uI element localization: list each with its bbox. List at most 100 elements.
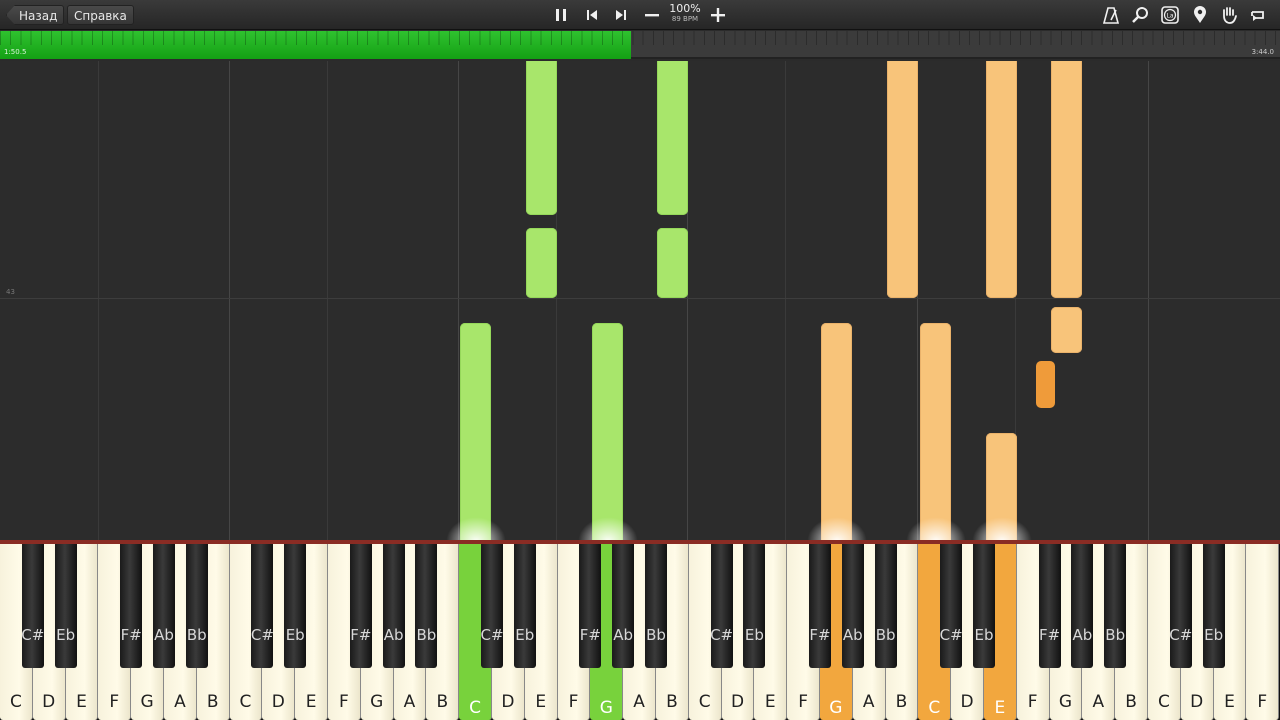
key-label: Eb xyxy=(56,626,76,644)
key-label: F xyxy=(798,692,808,712)
key-label: G xyxy=(829,698,843,718)
note-bar xyxy=(526,228,557,298)
note-bar xyxy=(1051,61,1082,298)
black-key[interactable]: Bb xyxy=(645,544,667,668)
black-key[interactable]: C# xyxy=(251,544,274,668)
note-bar xyxy=(1036,361,1055,408)
measure-number: 43 xyxy=(6,288,15,296)
grid-line xyxy=(1148,61,1149,540)
key-label: E xyxy=(764,692,776,712)
note-bar xyxy=(821,323,852,540)
toolbar: Назад Справка 100% 89 BPM La xyxy=(0,0,1280,30)
black-key[interactable]: C# xyxy=(1169,544,1192,668)
black-key[interactable]: C# xyxy=(940,544,963,668)
black-key[interactable]: Bb xyxy=(415,544,438,668)
key-label: Eb xyxy=(974,626,994,644)
black-key[interactable]: Ab xyxy=(382,544,405,668)
key-label: Bb xyxy=(186,626,207,644)
black-key[interactable]: Eb xyxy=(973,544,995,668)
key-label: G xyxy=(1058,692,1073,712)
key-label: A xyxy=(174,692,186,712)
previous-icon[interactable] xyxy=(582,5,602,25)
key-label: D xyxy=(960,692,974,712)
black-key[interactable]: C# xyxy=(21,544,44,668)
grid-line xyxy=(98,61,99,540)
note-bar xyxy=(657,228,688,298)
key-label: E xyxy=(76,692,87,712)
total-time: 3:44.0 xyxy=(1251,48,1274,56)
black-key[interactable]: Bb xyxy=(1104,544,1127,668)
key-label: E xyxy=(305,692,317,712)
back-button[interactable]: Назад xyxy=(6,5,65,25)
progress-ticks xyxy=(0,31,1280,45)
measure-line xyxy=(0,298,1280,299)
key-label: F xyxy=(339,692,349,712)
key-glow xyxy=(446,517,506,540)
black-key[interactable]: C# xyxy=(710,544,733,668)
key-label: B xyxy=(1125,692,1137,712)
key-label: F xyxy=(1027,692,1038,712)
black-key[interactable]: C# xyxy=(480,544,504,668)
key-label: Eb xyxy=(285,626,305,644)
grid-line xyxy=(785,61,786,540)
key-label: C xyxy=(1157,692,1170,712)
next-icon[interactable] xyxy=(611,5,631,25)
key-label: G xyxy=(140,692,154,712)
white-key[interactable]: F xyxy=(1246,544,1280,720)
black-key[interactable]: Eb xyxy=(284,544,307,668)
piano-keyboard[interactable]: CDEFGABCDEFGABCDEFGABCDEFGABCDEFGABCDEFC… xyxy=(0,540,1280,720)
bpm-label: 89 BPM xyxy=(671,15,699,23)
black-key[interactable]: Ab xyxy=(153,544,175,668)
speed-display: 100% 89 BPM xyxy=(666,3,704,24)
key-label: B xyxy=(206,692,219,712)
key-label: D xyxy=(42,692,56,712)
progress-bar[interactable]: 1:50.5 3:44.0 xyxy=(0,31,1280,59)
key-glow xyxy=(807,517,867,540)
note-bar xyxy=(920,323,951,540)
current-time: 1:50.5 xyxy=(4,48,27,56)
key-label: Bb xyxy=(875,626,896,644)
note-bar xyxy=(592,323,623,540)
key-label: C xyxy=(239,692,252,712)
key-label: G xyxy=(370,692,384,712)
key-label: B xyxy=(436,692,449,712)
key-label: E xyxy=(994,698,1006,718)
plus-icon[interactable] xyxy=(708,5,728,25)
key-label: F xyxy=(1257,692,1268,712)
key-label: D xyxy=(501,692,515,712)
black-key[interactable]: F# xyxy=(349,544,372,668)
hand-icon[interactable] xyxy=(1219,5,1239,25)
note-bar xyxy=(887,61,918,298)
loop-icon[interactable] xyxy=(1248,5,1268,25)
key-label: E xyxy=(1224,692,1235,712)
black-key[interactable]: Ab xyxy=(612,544,635,668)
metronome-icon[interactable] xyxy=(1101,5,1121,25)
key-label: Eb xyxy=(515,626,535,644)
black-key[interactable]: Ab xyxy=(1071,544,1094,668)
black-key[interactable]: Eb xyxy=(54,544,77,668)
key-label: B xyxy=(666,692,678,712)
help-button[interactable]: Справка xyxy=(67,5,134,25)
black-key[interactable]: F# xyxy=(120,544,143,668)
key-search-icon[interactable] xyxy=(1130,5,1150,25)
marker-icon[interactable] xyxy=(1190,5,1210,25)
black-key[interactable]: Eb xyxy=(1202,544,1225,668)
key-glow xyxy=(972,517,1032,540)
black-key[interactable]: Bb xyxy=(874,544,897,668)
grid-line xyxy=(327,61,328,540)
black-key[interactable]: F# xyxy=(1038,544,1061,668)
black-key[interactable]: Eb xyxy=(513,544,536,668)
black-key[interactable]: Ab xyxy=(841,544,864,668)
black-key[interactable]: Eb xyxy=(743,544,766,668)
key-label: C xyxy=(9,692,22,712)
key-label: C xyxy=(698,692,711,712)
key-label: Eb xyxy=(744,626,764,644)
key-label: A xyxy=(862,692,875,712)
pause-icon[interactable] xyxy=(551,5,571,25)
key-label: Eb xyxy=(1204,626,1224,644)
black-key[interactable]: Bb xyxy=(185,544,208,668)
black-key[interactable]: F# xyxy=(809,544,831,668)
note-labels-icon[interactable]: La xyxy=(1160,5,1180,25)
black-key[interactable]: F# xyxy=(579,544,602,668)
minus-icon[interactable] xyxy=(642,5,662,25)
